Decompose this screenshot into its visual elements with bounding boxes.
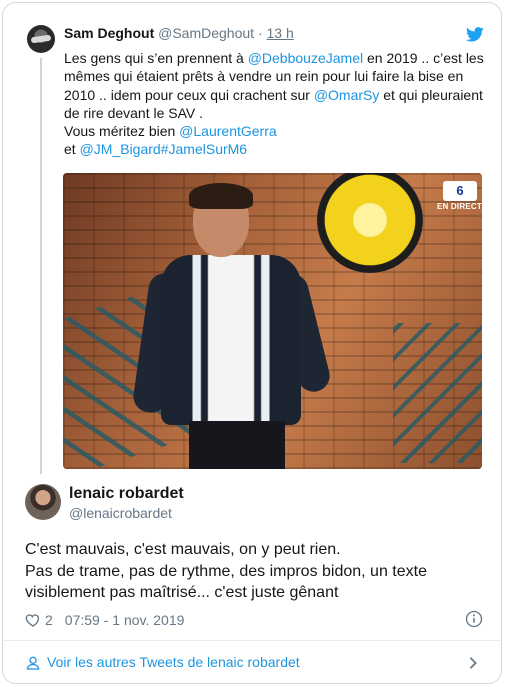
- author-avatar[interactable]: [25, 484, 61, 520]
- author-name[interactable]: lenaic robardet: [69, 485, 184, 503]
- mention-laurentgerra[interactable]: @LaurentGerra: [179, 123, 276, 139]
- person-hair: [189, 183, 253, 209]
- parent-tweet-time[interactable]: 13 h: [267, 25, 294, 41]
- person-icon: [26, 656, 40, 670]
- parent-author-avatar[interactable]: [27, 25, 55, 53]
- like-count[interactable]: 2: [45, 612, 53, 628]
- mention-omarsy[interactable]: @OmarSy: [314, 87, 380, 103]
- parent-tweet-header: Sam Deghout @SamDeghout · 13 h: [64, 25, 294, 41]
- tweet-text-line: C'est mauvais, c'est mauvais, on y peut …: [25, 541, 341, 558]
- person-pants: [189, 421, 285, 469]
- twitter-bird-icon[interactable]: [466, 27, 484, 42]
- mention-debbouzejamel[interactable]: @DebbouzeJamel: [248, 50, 363, 66]
- live-label: EN DIRECT: [437, 202, 482, 211]
- media-truss-right: [393, 323, 482, 463]
- hashtag-jamelsurm6[interactable]: #JamelSurM6: [161, 141, 247, 157]
- thread-connector-line: [40, 58, 42, 474]
- tweet-timestamp[interactable]: 07:59 - 1 nov. 2019: [65, 612, 185, 628]
- parent-text-segment: Les gens qui s’en prennent à: [64, 50, 248, 66]
- tweet-text-line: Pas de trame, pas de rythme, des impros …: [25, 562, 427, 602]
- footer-more-tweets[interactable]: Voir les autres Tweets de lenaic robarde…: [3, 641, 501, 683]
- media-person: [131, 183, 334, 469]
- chevron-right-icon[interactable]: [467, 656, 479, 670]
- header-separator: ·: [257, 25, 263, 41]
- parent-tweet-text: Les gens qui s’en prennent à @DebbouzeJa…: [64, 49, 489, 159]
- author-handle[interactable]: @lenaicrobardet: [69, 505, 172, 521]
- tweet-media-image[interactable]: 6 EN DIRECT: [63, 173, 482, 469]
- mention-jm-bigard[interactable]: @JM_Bigard: [80, 141, 161, 157]
- tweet-meta: 2 07:59 - 1 nov. 2019: [25, 611, 184, 629]
- heart-icon[interactable]: [25, 612, 41, 628]
- parent-author-name[interactable]: Sam Deghout: [64, 25, 154, 41]
- more-tweets-link[interactable]: Voir les autres Tweets de lenaic robarde…: [47, 654, 300, 670]
- parent-tweet[interactable]: Sam Deghout @SamDeghout · 13 h Les gens …: [3, 3, 501, 474]
- parent-author-handle[interactable]: @SamDeghout: [158, 25, 254, 41]
- tweet-embed-card: Sam Deghout @SamDeghout · 13 h Les gens …: [2, 2, 502, 684]
- parent-text-segment: Vous méritez bien: [64, 123, 180, 140]
- info-icon[interactable]: [465, 610, 483, 628]
- channel-logo: 6: [443, 181, 477, 201]
- person-torso: [161, 255, 301, 425]
- tweet-text: C'est mauvais, c'est mauvais, on y peut …: [25, 539, 485, 604]
- parent-text-segment: et: [64, 141, 80, 158]
